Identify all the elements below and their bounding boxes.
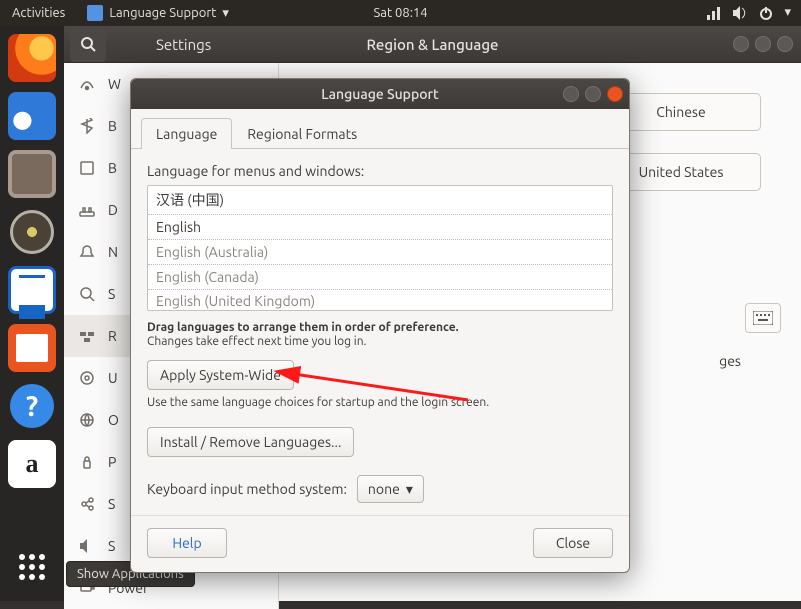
sidebar-item-icon xyxy=(78,159,96,177)
chevron-down-icon: ▾ xyxy=(222,6,229,21)
close-button[interactable] xyxy=(607,86,623,102)
install-remove-languages-button[interactable]: Install / Remove Languages... xyxy=(147,427,354,457)
language-list[interactable]: 汉语 (中国)EnglishEnglish (Australia)English… xyxy=(147,185,613,311)
language-support-icon xyxy=(87,5,103,21)
settings-panel-title: Region & Language xyxy=(367,36,499,53)
sidebar-item-label: P xyxy=(108,454,116,470)
sidebar-item-label: S xyxy=(108,538,115,554)
language-list-item[interactable]: English (Canada) xyxy=(148,265,612,290)
keyboard-method-value: none xyxy=(368,481,400,497)
sidebar-item-label: D xyxy=(108,202,118,218)
sidebar-item-label: S xyxy=(108,496,115,512)
dock-firefox-icon[interactable] xyxy=(8,34,56,82)
clock[interactable]: Sat 08:14 xyxy=(373,6,427,20)
sidebar-item-label: U xyxy=(108,370,118,386)
help-button[interactable]: Help xyxy=(147,528,227,558)
app-menu-label: Language Support xyxy=(109,6,216,20)
chevron-down-icon: ▾ xyxy=(406,481,413,498)
tab-language[interactable]: Language xyxy=(141,118,232,149)
menus-windows-label: Language for menus and windows: xyxy=(147,163,613,179)
minimize-button[interactable] xyxy=(733,36,749,52)
settings-title: Settings xyxy=(156,36,211,53)
dock-rhythmbox-icon[interactable] xyxy=(8,208,56,256)
search-button[interactable] xyxy=(70,26,106,62)
sidebar-item-label: W xyxy=(108,76,121,92)
sidebar-item-label: N xyxy=(108,244,118,260)
sidebar-item-icon xyxy=(78,369,96,387)
maximize-button[interactable] xyxy=(585,86,601,102)
dock: ? a xyxy=(0,26,64,601)
dialog-footer: Help Close xyxy=(131,515,629,572)
sidebar-item-icon xyxy=(78,75,96,93)
language-support-dialog: Language Support Language Regional Forma… xyxy=(130,78,630,573)
app-menu[interactable]: Language Support ▾ xyxy=(77,5,239,21)
sidebar-item-label: R xyxy=(108,328,117,344)
dialog-tabs: Language Regional Formats xyxy=(131,109,629,149)
manage-languages-partial: ges xyxy=(719,353,741,369)
sidebar-item-icon xyxy=(78,495,96,513)
keyboard-method-label: Keyboard input method system: xyxy=(147,481,347,497)
sidebar-item-label: O xyxy=(108,412,119,428)
language-list-item[interactable]: English (United Kingdom) xyxy=(148,290,612,310)
chevron-down-icon: ▾ xyxy=(784,5,791,21)
show-applications-button[interactable] xyxy=(8,543,56,591)
drag-hint-bold: Drag languages to arrange them in order … xyxy=(147,321,613,334)
language-list-item[interactable]: 汉语 (中国) xyxy=(148,186,612,215)
volume-icon xyxy=(732,5,748,21)
keyboard-layout-button[interactable] xyxy=(745,303,781,333)
drag-hint-sub: Changes take effect next time you log in… xyxy=(147,335,613,348)
settings-titlebar: Settings Region & Language xyxy=(64,26,801,63)
keyboard-icon xyxy=(753,311,773,325)
power-icon xyxy=(758,5,774,21)
close-button[interactable] xyxy=(777,36,793,52)
system-status-area[interactable]: ▾ xyxy=(706,5,801,21)
dock-thunderbird-icon[interactable] xyxy=(8,92,56,140)
sidebar-item-label: B xyxy=(108,160,117,176)
apply-system-wide-button[interactable]: Apply System-Wide xyxy=(147,360,294,390)
dock-software-icon[interactable] xyxy=(8,324,56,372)
sidebar-item-label: B xyxy=(108,118,117,134)
maximize-button[interactable] xyxy=(755,36,771,52)
keyboard-method-combo[interactable]: none ▾ xyxy=(357,475,424,503)
dock-files-icon[interactable] xyxy=(8,150,56,198)
dialog-title: Language Support xyxy=(321,86,439,102)
apply-hint: Use the same language choices for startu… xyxy=(147,396,613,409)
dock-writer-icon[interactable] xyxy=(8,266,56,314)
search-icon xyxy=(80,36,96,52)
sidebar-item-icon xyxy=(78,117,96,135)
language-list-item[interactable]: English xyxy=(148,215,612,240)
sidebar-item-icon xyxy=(78,411,96,429)
minimize-button[interactable] xyxy=(563,86,579,102)
sidebar-item-icon xyxy=(78,243,96,261)
activities-button[interactable]: Activities xyxy=(0,6,77,20)
close-dialog-button[interactable]: Close xyxy=(533,528,613,558)
sidebar-item-icon xyxy=(78,537,96,555)
tab-regional-formats[interactable]: Regional Formats xyxy=(232,118,372,149)
sidebar-item-icon xyxy=(78,201,96,219)
sidebar-item-icon xyxy=(78,285,96,303)
language-list-item[interactable]: English (Australia) xyxy=(148,240,612,265)
sidebar-item-label: S xyxy=(108,286,115,302)
sidebar-item-icon xyxy=(78,327,96,345)
dock-help-icon[interactable]: ? xyxy=(8,382,56,430)
dock-amazon-icon[interactable]: a xyxy=(8,440,56,488)
topbar: Activities Language Support ▾ Sat 08:14 … xyxy=(0,0,801,26)
dialog-titlebar[interactable]: Language Support xyxy=(131,79,629,109)
sidebar-item-icon xyxy=(78,453,96,471)
network-icon xyxy=(706,5,722,21)
